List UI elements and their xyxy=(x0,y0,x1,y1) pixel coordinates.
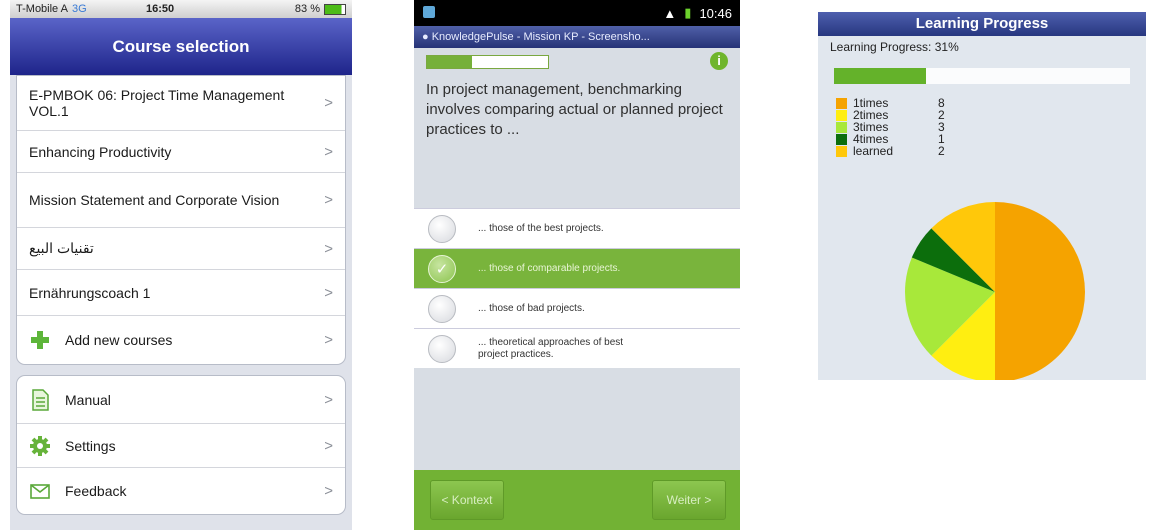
add-new-courses-button[interactable]: Add new courses > xyxy=(17,316,345,364)
menu-item-feedback[interactable]: Feedback > xyxy=(17,468,345,514)
app-menu: Manual > Settings > Feedback > xyxy=(16,375,346,515)
answer-text: ... those of bad projects. xyxy=(478,302,585,314)
answer-option-1[interactable]: ... those of the best projects. xyxy=(414,208,740,248)
page-title: Course selection xyxy=(10,18,352,75)
course-label: Enhancing Productivity xyxy=(29,143,172,160)
signal-icon: ▲ xyxy=(663,5,677,21)
chevron-right-icon: > xyxy=(324,284,333,301)
course-label: Mission Statement and Corporate Vision xyxy=(29,192,280,208)
question-header: i xyxy=(414,48,740,74)
answer-list: ... those of the best projects. ✓ ... th… xyxy=(414,208,740,368)
radio-button[interactable] xyxy=(428,294,456,323)
course-label: Ernährungscoach 1 xyxy=(29,284,151,301)
ios-status-bar: T-Mobile A 3G 16:50 83 % xyxy=(10,0,352,18)
app-title: KnowledgePulse - Mission KP - Screensho.… xyxy=(431,31,650,43)
quiz-progress-bar xyxy=(426,55,549,69)
course-item-productivity[interactable]: Enhancing Productivity > xyxy=(17,131,345,173)
back-button[interactable]: < Kontext xyxy=(430,480,504,520)
answer-option-2[interactable]: ✓ ... those of comparable projects. xyxy=(414,248,740,288)
radio-button-checked[interactable]: ✓ xyxy=(428,254,456,283)
learning-progress-screen: Learning Progress Learning Progress: 31%… xyxy=(818,12,1146,380)
gear-icon xyxy=(30,435,50,456)
plus-icon xyxy=(31,331,49,349)
chevron-right-icon: > xyxy=(324,240,333,257)
menu-item-settings[interactable]: Settings > xyxy=(17,424,345,468)
chevron-right-icon: > xyxy=(324,331,333,349)
envelope-icon xyxy=(30,484,50,499)
quiz-footer: < Kontext Weiter > xyxy=(414,470,740,530)
radio-button[interactable] xyxy=(428,334,456,363)
course-list: E-PMBOK 06: Project Time Management VOL.… xyxy=(16,75,346,365)
battery-icon xyxy=(324,3,346,15)
course-item-ernaehrungscoach[interactable]: Ernährungscoach 1 > xyxy=(17,270,345,316)
answer-text: ... those of the best projects. xyxy=(478,222,604,234)
menu-label: Manual xyxy=(65,391,111,408)
info-icon[interactable]: i xyxy=(710,52,728,70)
course-item-arabic[interactable]: تقنيات البيع > xyxy=(17,228,345,270)
android-logo-icon xyxy=(422,4,663,23)
answer-option-3[interactable]: ... those of bad projects. xyxy=(414,288,740,328)
menu-label: Feedback xyxy=(65,483,127,499)
pie-slice-1times xyxy=(995,202,1085,380)
chevron-right-icon: > xyxy=(324,143,333,160)
chevron-right-icon: > xyxy=(324,391,333,408)
app-logo-icon: ● xyxy=(422,31,429,43)
chevron-right-icon: > xyxy=(324,482,333,500)
next-button[interactable]: Weiter > xyxy=(652,480,726,520)
course-selection-screen: T-Mobile A 3G 16:50 83 % Course selection… xyxy=(10,0,352,530)
menu-label: Settings xyxy=(65,437,116,454)
course-item-mission-statement[interactable]: Mission Statement and Corporate Vision > xyxy=(17,173,345,228)
course-item-pmbok[interactable]: E-PMBOK 06: Project Time Management VOL.… xyxy=(17,76,345,131)
clock: 16:50 xyxy=(146,3,175,15)
battery-indicator: 83 % xyxy=(295,3,346,15)
chevron-right-icon: > xyxy=(324,437,333,454)
question-text: In project management, benchmarking invo… xyxy=(426,81,723,138)
chevron-right-icon: > xyxy=(324,94,333,112)
clock: 10:46 xyxy=(699,5,732,21)
answer-text: ... those of comparable projects. xyxy=(478,262,621,274)
menu-item-manual[interactable]: Manual > xyxy=(17,376,345,424)
android-status-bar: ▲ ▮ 10:46 xyxy=(414,0,740,26)
answer-text: ... theoretical approaches of best proje… xyxy=(478,336,624,360)
quiz-progress-fill xyxy=(427,56,472,68)
radio-button[interactable] xyxy=(428,214,456,243)
chevron-right-icon: > xyxy=(324,191,333,209)
app-title-bar: ● KnowledgePulse - Mission KP - Screensh… xyxy=(414,26,740,48)
document-icon xyxy=(32,388,49,411)
progress-pie-chart xyxy=(905,202,1085,380)
battery-icon: ▮ xyxy=(684,5,692,20)
answer-option-4[interactable]: ... theoretical approaches of best proje… xyxy=(414,328,740,368)
checkmark-icon: ✓ xyxy=(435,260,449,278)
quiz-screen: ▲ ▮ 10:46 ● KnowledgePulse - Mission KP … xyxy=(414,0,740,530)
course-label: تقنيات البيع xyxy=(29,240,94,256)
carrier-label: T-Mobile A 3G xyxy=(16,3,87,15)
course-label: Add new courses xyxy=(65,332,173,348)
course-label: E-PMBOK 06: Project Time Management VOL.… xyxy=(29,87,285,119)
